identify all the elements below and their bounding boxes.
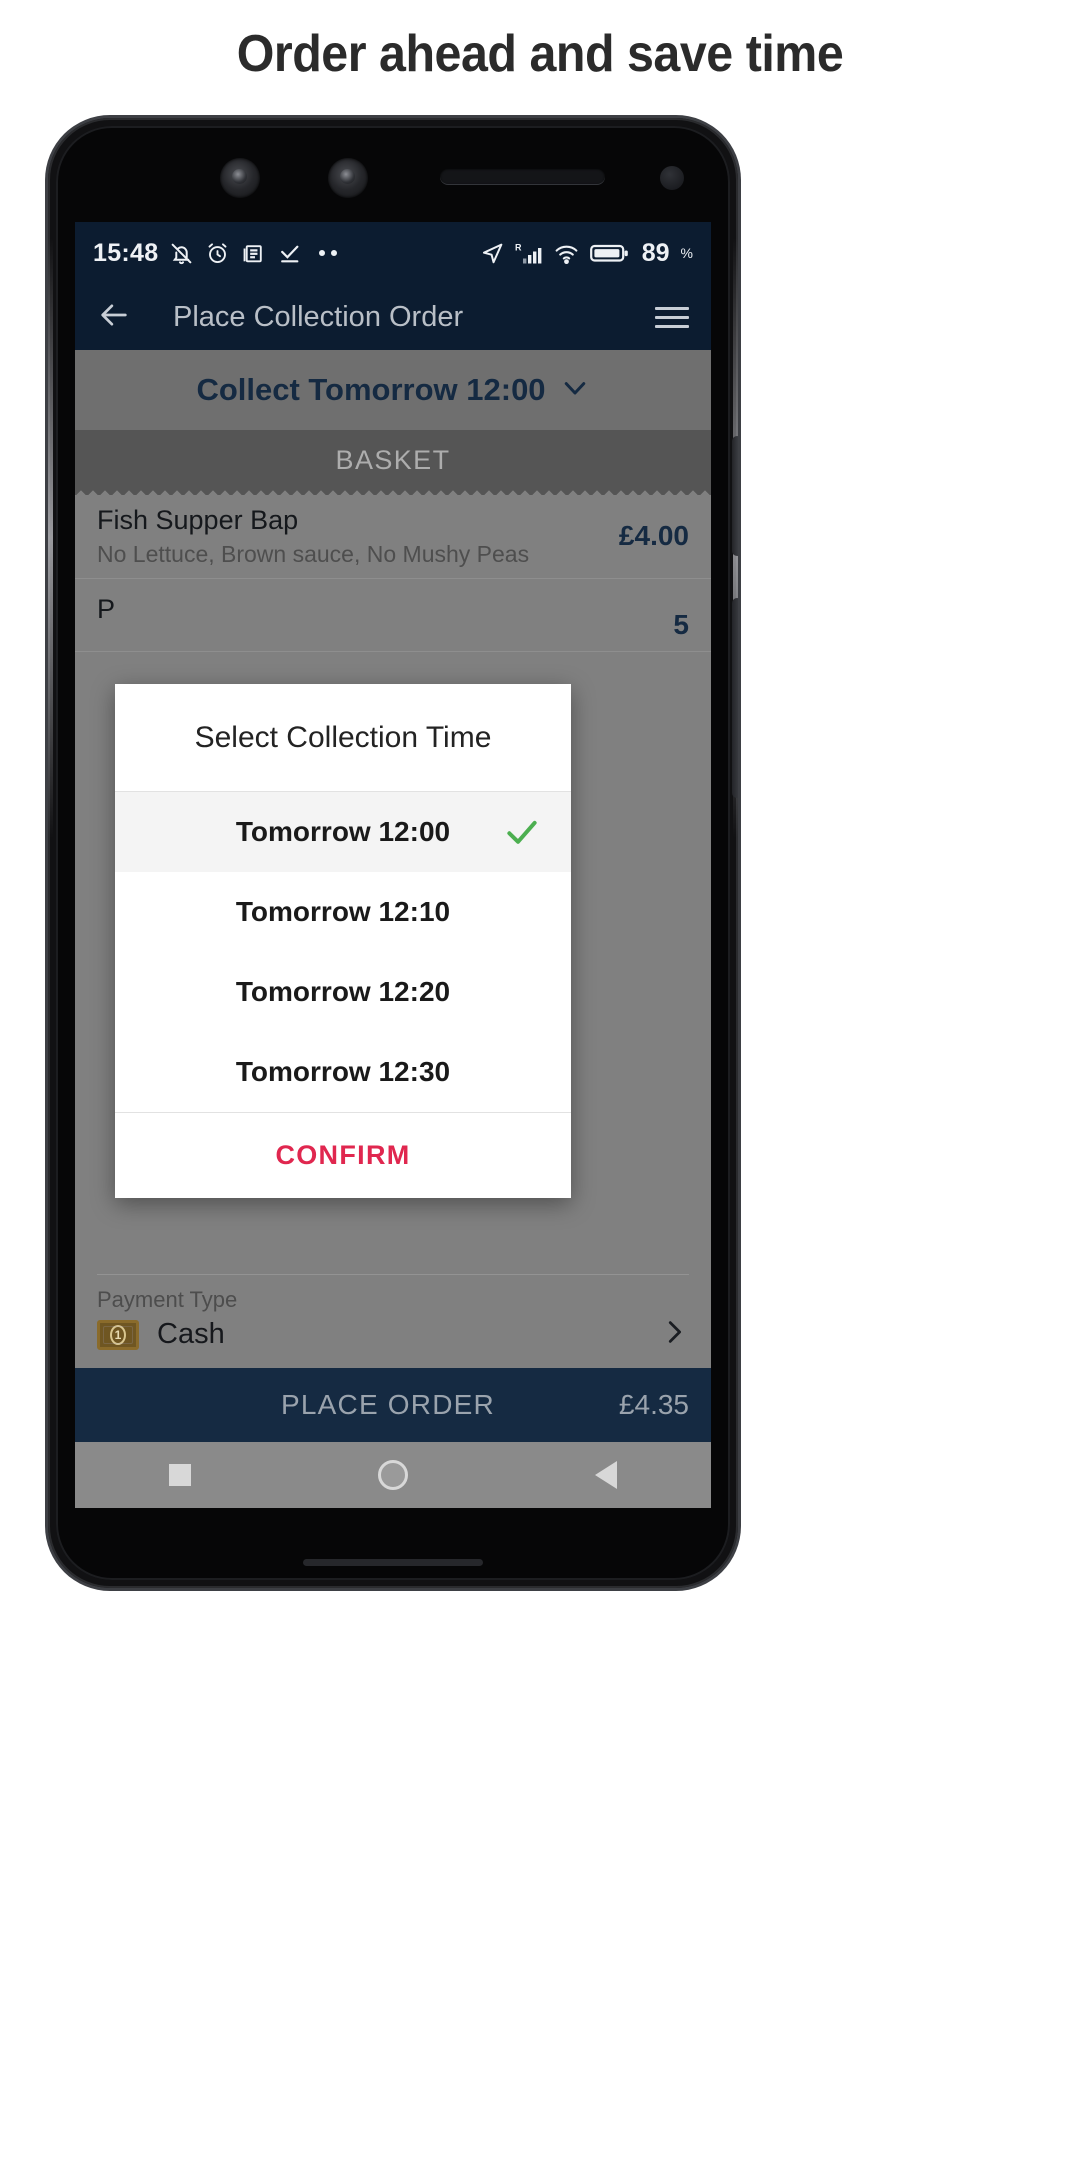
square-icon[interactable]	[168, 1464, 191, 1486]
dialog-title: Select Collection Time	[115, 684, 571, 792]
status-bar: 15:48 R 89 %	[75, 222, 711, 284]
dialog-footer: CONFIRM	[115, 1112, 571, 1198]
collect-time-selector[interactable]: Collect Tomorrow 12:00	[75, 350, 711, 430]
time-option-row[interactable]: Tomorrow 12:30	[115, 1032, 571, 1112]
front-camera-icon	[220, 158, 260, 198]
basket-item-row[interactable]: P 5	[75, 579, 711, 652]
phone-sensor-row	[70, 148, 716, 214]
roaming-signal-icon: R	[515, 241, 543, 266]
location-arrow-icon	[480, 241, 505, 266]
place-order-total: £4.35	[618, 1389, 689, 1420]
time-option-label: Tomorrow 12:30	[235, 1056, 451, 1087]
news-icon	[241, 241, 266, 266]
time-option-label: Tomorrow 12:10	[235, 896, 451, 927]
bell-off-icon	[169, 241, 194, 266]
basket-header-label: BASKET	[335, 444, 451, 475]
time-option-row[interactable]: Tomorrow 12:10	[115, 872, 571, 952]
chevron-down-icon	[560, 373, 590, 408]
basket-item-name: Fish Supper Bap	[97, 505, 299, 535]
battery-percent-symbol: %	[680, 245, 693, 261]
banknote-icon: 1	[97, 1319, 139, 1350]
alarm-clock-icon	[205, 241, 230, 266]
payment-type-label: Payment Type	[97, 1287, 238, 1312]
place-order-label: PLACE ORDER	[281, 1389, 495, 1420]
phone-chin-bar	[303, 1559, 483, 1566]
power-button[interactable]	[732, 436, 738, 556]
overflow-dots-icon	[319, 250, 338, 256]
basket-header: BASKET	[75, 430, 711, 495]
app-bar-title: Place Collection Order	[173, 300, 464, 333]
basket-item-price: £4.00	[618, 520, 689, 551]
confirm-button[interactable]: CONFIRM	[275, 1140, 410, 1171]
battery-icon	[589, 241, 630, 265]
dialog-options-list: Tomorrow 12:00 Tomorrow 12:10 Tomorrow 1…	[115, 792, 571, 1112]
chevron-right-icon	[659, 1317, 689, 1352]
basket-item-price: 5	[673, 608, 689, 640]
basket-item-row[interactable]: Fish Supper Bap No Lettuce, Brown sauce,…	[75, 490, 711, 579]
time-option-label: Tomorrow 12:00	[235, 816, 451, 847]
hamburger-icon[interactable]	[655, 306, 689, 328]
phone-device-frame: 15:48 R 89 % Place Collection Order Coll…	[48, 118, 738, 1588]
time-option-row[interactable]: Tomorrow 12:20	[115, 952, 571, 1032]
basket-item-name: P	[97, 593, 116, 624]
select-collection-time-dialog: Select Collection Time Tomorrow 12:00 To…	[115, 684, 571, 1198]
volume-button[interactable]	[732, 598, 738, 798]
svg-text:R: R	[515, 242, 522, 252]
time-option-label: Tomorrow 12:20	[235, 976, 451, 1007]
check-icon	[503, 813, 541, 851]
status-bar-time: 15:48	[93, 238, 159, 267]
basket-items-list: Fish Supper Bap No Lettuce, Brown sauce,…	[75, 490, 711, 652]
phone-screen: 15:48 R 89 % Place Collection Order Coll…	[75, 222, 711, 1508]
basket-zigzag-edge	[75, 485, 711, 495]
app-bar: Place Collection Order	[75, 284, 711, 350]
triangle-back-icon[interactable]	[595, 1461, 618, 1489]
basket-item-options: No Lettuce, Brown sauce, No Mushy Peas	[97, 540, 530, 567]
front-camera-secondary-icon	[328, 158, 368, 198]
collect-time-label: Collect Tomorrow 12:00	[196, 372, 546, 407]
earpiece-speaker	[440, 168, 605, 184]
check-underline-icon	[277, 241, 302, 266]
frame-highlight-left	[48, 238, 53, 838]
wifi-icon	[553, 241, 580, 266]
payment-type-value: Cash	[157, 1318, 225, 1350]
proximity-sensor-icon	[660, 166, 684, 190]
payment-type-row[interactable]: 1 Cash	[75, 1315, 711, 1368]
android-nav-bar	[75, 1442, 711, 1508]
page-title: Order ahead and save time	[236, 25, 844, 83]
back-arrow-icon[interactable]	[97, 298, 131, 337]
circle-icon[interactable]	[377, 1460, 408, 1490]
place-order-button[interactable]: PLACE ORDER £4.35	[75, 1368, 711, 1442]
time-option-row[interactable]: Tomorrow 12:00	[115, 792, 571, 872]
battery-percentage: 89	[641, 238, 670, 267]
